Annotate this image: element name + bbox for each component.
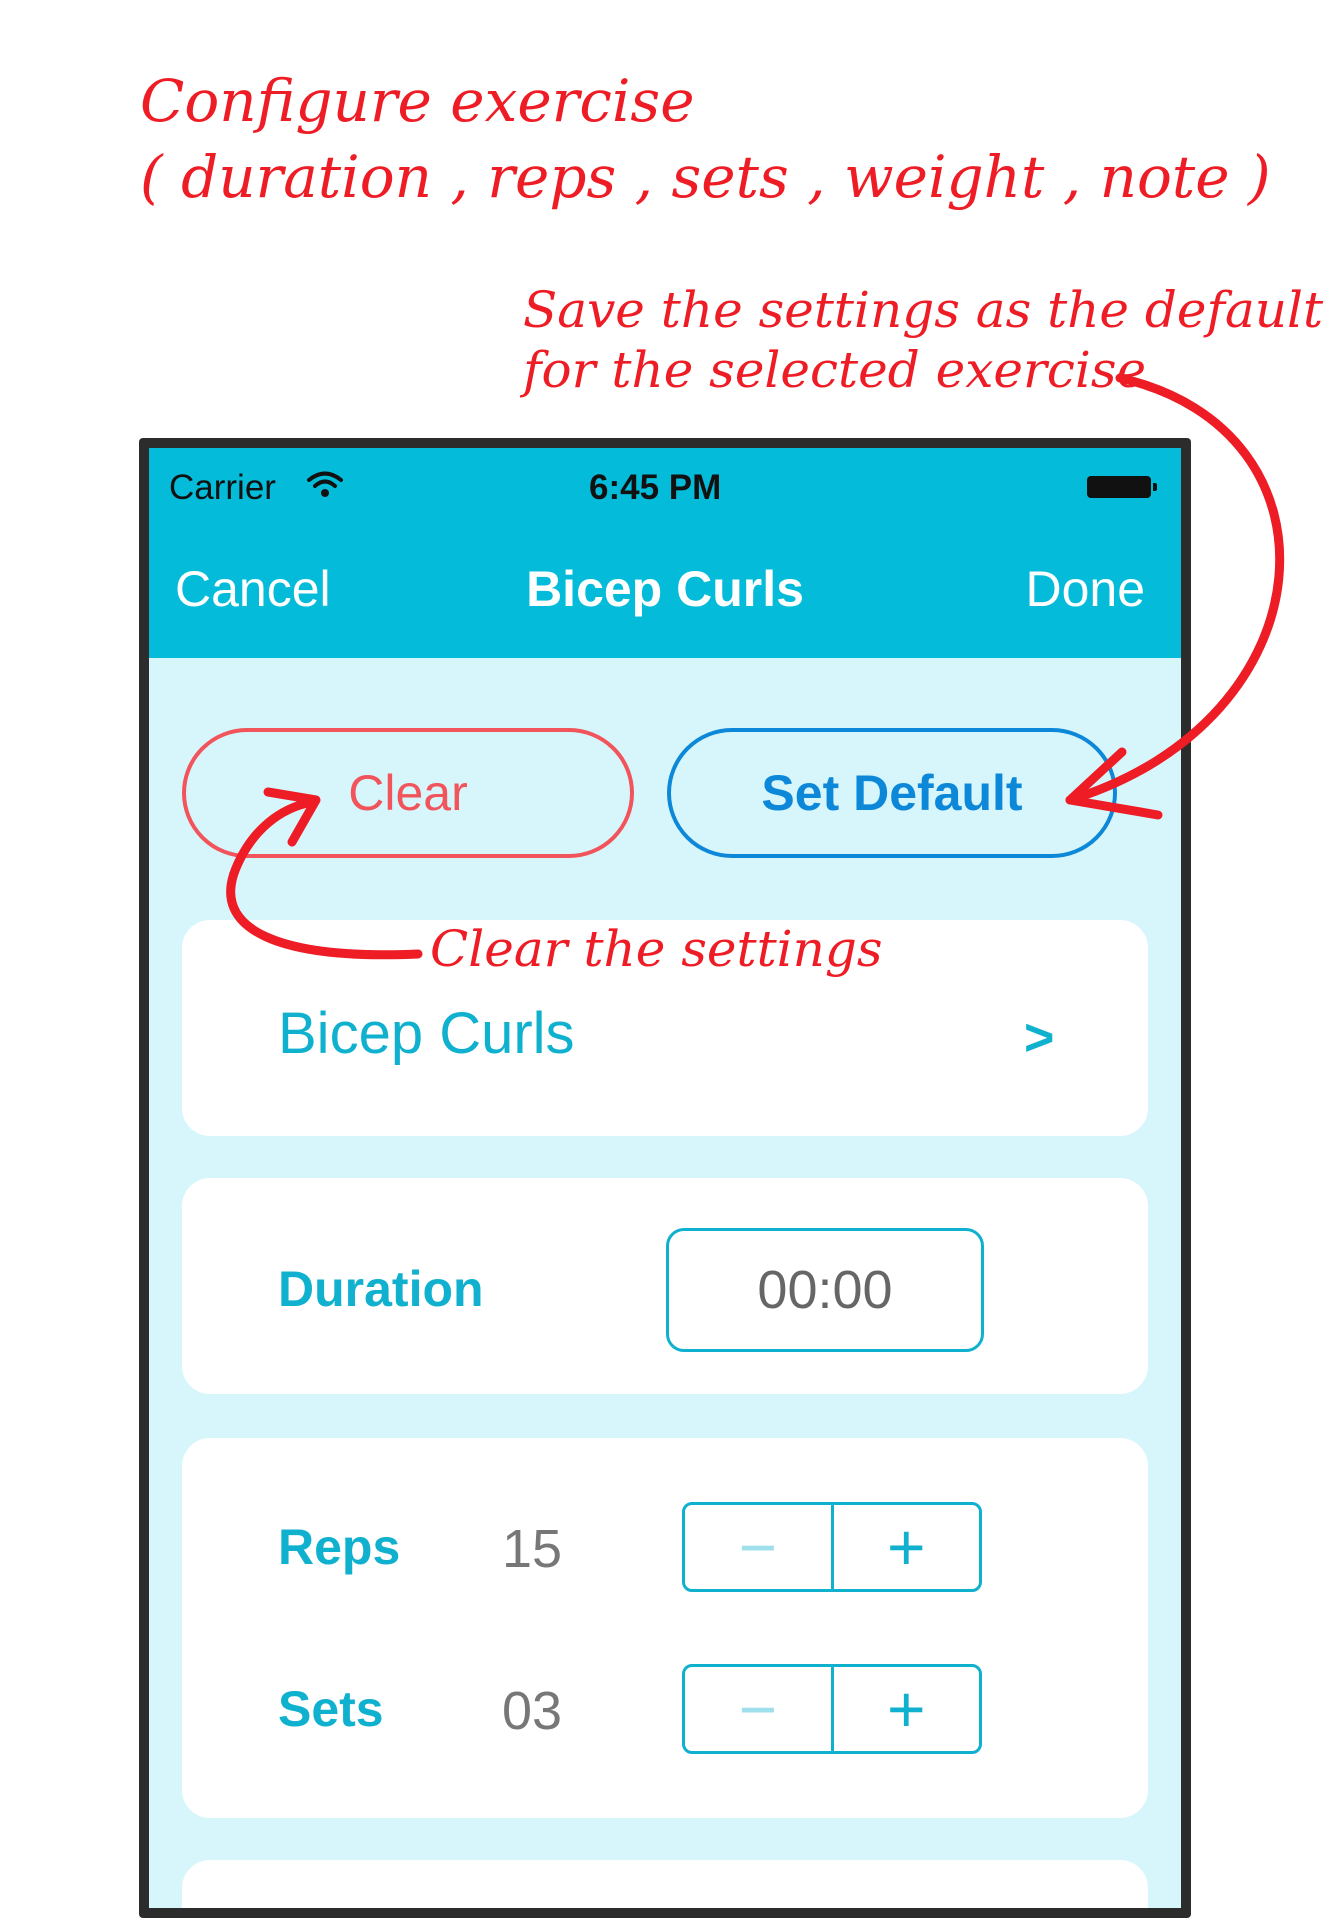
reps-label: Reps — [278, 1519, 401, 1575]
annotation-save-default-line2: for the selected exercise — [523, 341, 1147, 399]
set-default-button[interactable]: Set Default — [667, 728, 1117, 858]
navigation-bar: Carrier 6:45 PM Bicep Curls Cancel Done — [149, 448, 1181, 658]
annotation-clear: Clear the settings — [430, 920, 883, 978]
exercise-name: Bicep Curls — [278, 1001, 575, 1066]
status-time: 6:45 PM — [589, 468, 722, 507]
duration-field[interactable]: 00:00 — [666, 1228, 984, 1352]
chevron-right-icon: > — [1024, 1009, 1055, 1067]
reps-sets-card: Reps 15 − + Sets 03 − + — [182, 1438, 1148, 1818]
wifi-icon — [307, 471, 343, 497]
reps-decrement-button[interactable]: − — [685, 1505, 834, 1589]
cancel-button[interactable]: Cancel — [175, 560, 331, 618]
sets-value: 03 — [502, 1681, 563, 1741]
duration-card: Duration 00:00 — [182, 1178, 1148, 1394]
sets-stepper: − + — [682, 1664, 982, 1754]
sets-label: Sets — [278, 1681, 384, 1737]
done-button[interactable]: Done — [1025, 560, 1145, 618]
next-settings-card — [182, 1860, 1148, 1908]
duration-label: Duration — [278, 1261, 484, 1317]
sets-decrement-button[interactable]: − — [685, 1667, 834, 1751]
annotation-configure-title: Configure exercise — [140, 67, 695, 135]
sets-increment-button[interactable]: + — [834, 1667, 980, 1751]
reps-value: 15 — [502, 1519, 563, 1579]
carrier-label: Carrier — [169, 468, 276, 507]
reps-increment-button[interactable]: + — [834, 1505, 980, 1589]
app-screen: Carrier 6:45 PM Bicep Curls Cancel Done … — [149, 448, 1181, 1908]
annotation-configure-fields: ( duration , reps , sets , weight , note… — [140, 143, 1271, 211]
reps-stepper: − + — [682, 1502, 982, 1592]
battery-icon — [1087, 476, 1157, 498]
clear-button[interactable]: Clear — [182, 728, 634, 858]
annotation-save-default-line1: Save the settings as the default — [523, 281, 1324, 339]
